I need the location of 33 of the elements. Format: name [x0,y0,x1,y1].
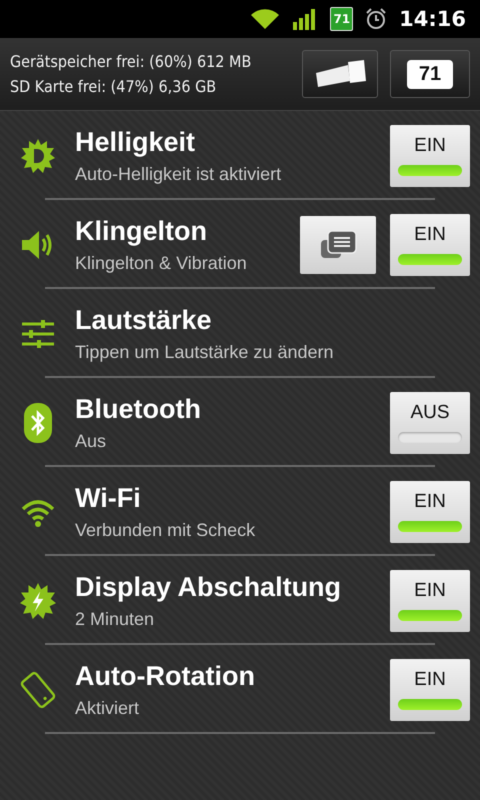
setting-subtitle: Verbunden mit Scheck [75,520,256,540]
toggle-button[interactable]: EIN [390,124,470,186]
setting-title: Auto-Rotation [75,660,256,692]
storage-info: SD Karte frei: (47%) 6,36 GB [10,77,218,96]
toggle-button[interactable]: AUS [390,392,470,454]
toggle-button[interactable]: EIN [390,570,470,632]
setting-subtitle: 2 Minuten [75,608,156,630]
setting-subtitle: Aktiviert [75,698,140,718]
phone-icon [18,670,56,708]
clock-time: 14:16 [399,7,466,31]
setting-subtitle: Auto-Helligkeit ist aktiviert [75,164,282,184]
setting-title: Lautstärke [75,304,213,336]
battery-button[interactable]: 71 [390,50,470,98]
bluetooth-icon [24,402,52,442]
setting-title: Display Abschaltung [75,572,342,602]
toggle-button[interactable]: EIN [390,480,470,542]
storage-info: Gerätspeicher frei: (60%) 612 MB [10,52,252,71]
setting-subtitle: Tippen um Lautstärke zu ändern [75,342,334,362]
toggle-button[interactable]: EIN [390,214,470,276]
lightning-icon [20,582,56,618]
battery-indicator: 71 [330,7,354,31]
alarm-icon [365,8,388,30]
setting-title: Helligkeit [75,126,196,158]
toggle-button[interactable]: EIN [390,658,470,720]
setting-title: Wi-Fi [75,482,142,514]
flashlight-button[interactable] [302,50,378,98]
brightness-icon [20,138,54,172]
wifi-icon [250,8,280,30]
options-button[interactable] [300,216,376,274]
setting-title: Klingelton [75,216,208,246]
setting-subtitle: Aus [75,430,108,452]
setting-title: Bluetooth [75,394,202,424]
setting-subtitle: Klingelton & Vibration [75,252,248,274]
